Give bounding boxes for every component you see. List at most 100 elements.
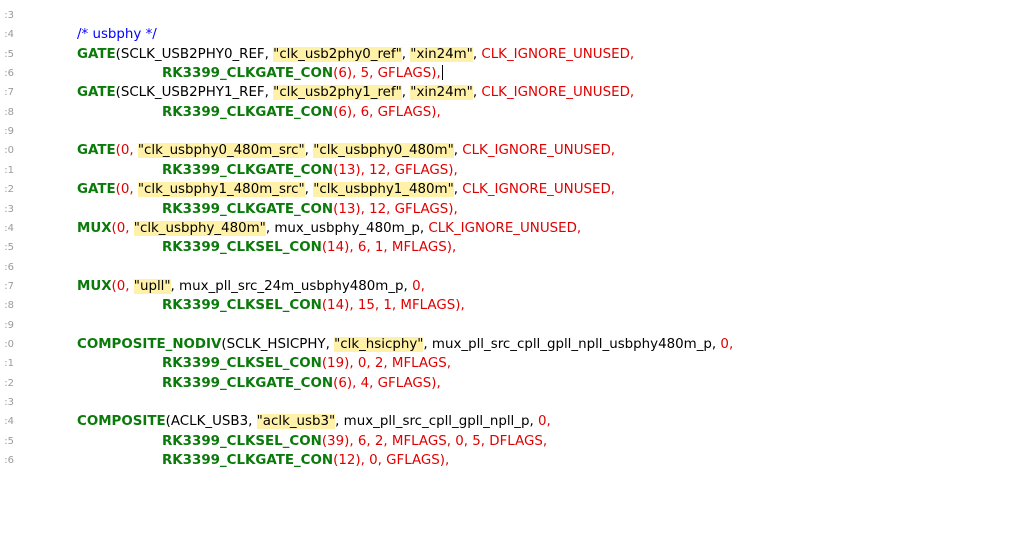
code-text: MUX(0, "clk_usbphy_480m", mux_usbphy_480… [77,219,581,238]
code-token: (12), 0, GFLAGS), [333,453,450,469]
string-token: "clk_usbphy1_480m_src" [137,182,305,198]
line-number: 9: [4,126,14,138]
code-text: COMPOSITE_NODIV(SCLK_HSICPHY, "clk_hsicp… [77,335,733,354]
keyword-token: RK3399_CLKSEL_CON [162,356,322,372]
code-text: /* usbphy */ [77,25,157,44]
code-text: GATE(SCLK_USB2PHY0_REF, "clk_usb2phy0_re… [77,45,634,64]
string-token: "clk_usbphy1_480m" [313,182,454,198]
code-token: (6), 6, GFLAGS), [333,104,441,120]
string-token: "xin24m" [410,46,473,62]
line-number: 4: [4,416,14,428]
code-text: RK3399_CLKSEL_CON(14), 6, 1, MFLAGS), [162,238,456,257]
code-text: RK3399_CLKSEL_CON(19), 0, 2, MFLAGS, [162,354,451,373]
line-number: 2: [4,377,14,389]
line-number: 5: [4,242,14,254]
code-token: (39), 6, 2, MFLAGS, 0, 5, DFLAGS, [321,433,548,449]
string-token: "xin24m" [410,85,473,101]
keyword-token: GATE [77,182,116,198]
code-text: RK3399_CLKGATE_CON(13), 12, GFLAGS), [162,200,458,219]
line-number: 2: [4,184,14,196]
string-token: "clk_hsicphy" [334,336,424,352]
code-token: (SCLK_USB2PHY0_REF, [115,46,274,62]
code-token: (SCLK_HSICPHY, [221,336,335,352]
string-token: "clk_usbphy0_480m_src" [137,143,305,159]
line-number: 6: [4,68,14,80]
code-token: (13), 12, GFLAGS), [333,201,458,217]
code-token: (0, [111,220,134,236]
code-token: , [304,143,314,159]
line-number: 8: [4,300,14,312]
code-token: , mux_pll_src_cpll_gpll_npll_p, [335,414,538,430]
code-text: RK3399_CLKGATE_CON(12), 0, GFLAGS), [162,451,449,470]
keyword-token: RK3399_CLKGATE_CON [162,375,334,391]
string-token: "aclk_usb3" [256,414,336,430]
keyword-token: MUX [77,278,112,294]
code-token: 0, [538,414,551,430]
code-text: RK3399_CLKGATE_CON(13), 12, GFLAGS), [162,161,458,180]
line-number: 3: [4,203,14,215]
keyword-token: GATE [77,143,116,159]
keyword-token: RK3399_CLKGATE_CON [162,162,334,178]
code-token: CLK_IGNORE_UNUSED, [462,143,616,159]
line-number: 1: [4,358,14,370]
code-token: CLK_IGNORE_UNUSED, [428,220,582,236]
code-token: , mux_usbphy_480m_p, [265,220,429,236]
code-token: (0, [111,278,134,294]
line-number: 6: [4,261,14,273]
code-text: RK3399_CLKGATE_CON(6), 5, GFLAGS), [162,64,443,83]
line-number: 7: [4,280,14,292]
code-text: RK3399_CLKGATE_CON(6), 6, GFLAGS), [162,103,441,122]
line-number: 3: [4,10,14,21]
line-number: 0: [4,145,14,157]
keyword-token: GATE [77,46,116,62]
code-token: (SCLK_USB2PHY1_REF, [115,85,274,101]
code-text: RK3399_CLKGATE_CON(6), 4, GFLAGS), [162,374,441,393]
string-token: "clk_usbphy_480m" [133,220,266,236]
code-text: GATE(0, "clk_usbphy0_480m_src", "clk_usb… [77,141,615,160]
code-token: , mux_pll_src_cpll_gpll_npll_usbphy480m_… [423,336,721,352]
code-editor[interactable]: 3: 4:/* usbphy */5: GATE(SCLK_USB2PHY0_REF… [0,0,1024,538]
code-text: RK3399_CLKSEL_CON(39), 6, 2, MFLAGS, 0, … [162,432,547,451]
keyword-token: RK3399_CLKSEL_CON [162,433,322,449]
code-token: , mux_pll_src_24m_usbphy480m_p, [170,278,413,294]
line-number: 4: [4,29,14,41]
keyword-token: COMPOSITE [77,414,166,430]
line-number: 4: [4,222,14,234]
text-cursor [441,65,443,81]
string-token: "clk_usb2phy1_ref" [273,85,402,101]
code-text: GATE(0, "clk_usbphy1_480m_src", "clk_usb… [77,180,615,199]
code-token: (0, [115,143,138,159]
line-number: 1: [4,164,14,176]
line-number: 5: [4,435,14,447]
comment-token: /* usbphy */ [77,27,157,43]
line-number: 9: [4,319,14,331]
keyword-token: RK3399_CLKGATE_CON [162,104,334,120]
line-number: 5: [4,48,14,60]
string-token: "upll" [133,278,171,294]
string-token: "clk_usbphy0_480m" [313,143,454,159]
code-token: (ACLK_USB3, [165,414,257,430]
keyword-token: RK3399_CLKGATE_CON [162,453,334,469]
keyword-token: RK3399_CLKSEL_CON [162,298,322,314]
keyword-token: COMPOSITE_NODIV [77,336,222,352]
code-text: COMPOSITE(ACLK_USB3, "aclk_usb3", mux_pl… [77,412,551,431]
line-number: 6: [4,455,14,467]
code-token: 0, [412,278,425,294]
code-token: (6), 4, GFLAGS), [333,375,441,391]
code-token: (0, [115,182,138,198]
line-number: 8: [4,106,14,118]
keyword-token: GATE [77,85,116,101]
keyword-token: RK3399_CLKGATE_CON [162,66,334,82]
line-number: 0: [4,338,14,350]
code-token: (14), 6, 1, MFLAGS), [321,240,457,256]
keyword-token: RK3399_CLKGATE_CON [162,201,334,217]
code-token: , [453,182,463,198]
keyword-token: MUX [77,220,112,236]
code-token: (19), 0, 2, MFLAGS, [321,356,451,372]
code-token: CLK_IGNORE_UNUSED, [481,85,635,101]
code-text: RK3399_CLKSEL_CON(14), 15, 1, MFLAGS), [162,296,465,315]
code-token: 0, [720,336,734,352]
line-number: 7: [4,87,14,99]
code-token: CLK_IGNORE_UNUSED, [462,182,616,198]
code-token: CLK_IGNORE_UNUSED, [481,46,635,62]
